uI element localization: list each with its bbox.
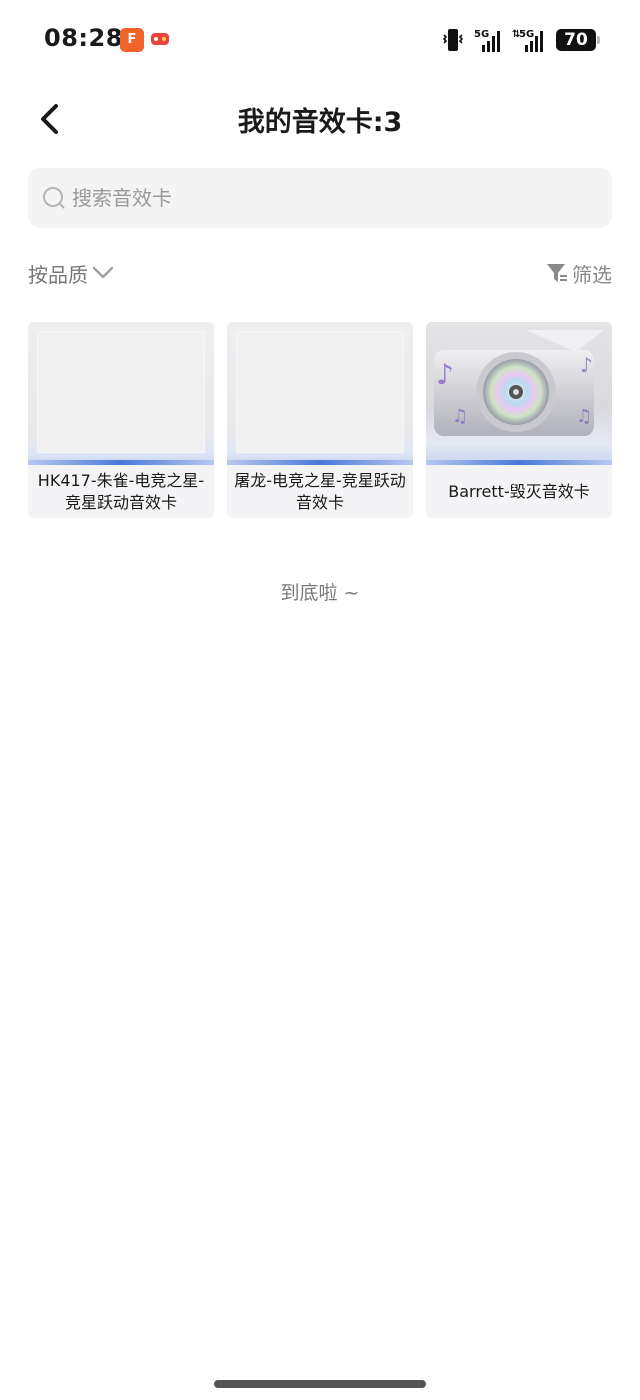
search-box[interactable] bbox=[28, 168, 612, 228]
list-end-text: 到底啦 ~ bbox=[280, 582, 360, 604]
signal-5g-icon-2: ⇅ 5G bbox=[512, 29, 543, 52]
sort-label: 按品质 bbox=[28, 262, 88, 287]
sound-card-grid: HK417-朱雀-电竞之星-竞星跃动音效卡 屠龙-电竞之星-竞星跃动音效卡 ♪ … bbox=[28, 322, 612, 518]
status-bar: 08:28 F 5G ⇅ 5G 70 bbox=[0, 0, 640, 80]
sound-card-image: ♪ ♫ ♫ ♪ bbox=[426, 322, 612, 465]
sound-card-image bbox=[227, 322, 413, 465]
game-app-icon bbox=[151, 33, 169, 45]
battery-indicator: 70 bbox=[556, 29, 600, 51]
sound-card[interactable]: HK417-朱雀-电竞之星-竞星跃动音效卡 bbox=[28, 322, 214, 518]
filter-label: 筛选 bbox=[572, 262, 612, 287]
svg-text:♫: ♫ bbox=[452, 406, 468, 427]
vibrate-icon bbox=[442, 29, 464, 51]
search-input[interactable] bbox=[72, 182, 592, 214]
sound-card-label: HK417-朱雀-电竞之星-竞星跃动音效卡 bbox=[37, 470, 205, 512]
svg-text:♪: ♪ bbox=[580, 353, 593, 377]
sound-card[interactable]: 屠龙-电竞之星-竞星跃动音效卡 bbox=[227, 322, 413, 518]
status-icons: 5G ⇅ 5G 70 bbox=[442, 26, 600, 54]
svg-text:♫: ♫ bbox=[576, 406, 592, 427]
filter-funnel-icon bbox=[547, 264, 567, 282]
page-title: 我的音效卡:3 bbox=[237, 107, 403, 138]
music-disc-icon: ♪ ♫ ♫ ♪ bbox=[434, 330, 604, 436]
chevron-down-icon bbox=[92, 266, 114, 279]
status-time: 08:28 bbox=[44, 24, 123, 52]
sort-by-quality-button[interactable]: 按品质 bbox=[28, 258, 114, 288]
sound-card[interactable]: ♪ ♫ ♫ ♪ Barrett-毁灭音效卡 bbox=[426, 322, 612, 518]
svg-text:5G: 5G bbox=[474, 29, 489, 40]
signal-5g-icon: 5G bbox=[474, 29, 500, 52]
cf-app-icon: F bbox=[120, 28, 144, 52]
search-icon bbox=[43, 187, 65, 209]
home-indicator[interactable] bbox=[214, 1380, 426, 1388]
svg-text:5G: 5G bbox=[519, 29, 534, 40]
sound-card-label: Barrett-毁灭音效卡 bbox=[448, 481, 590, 501]
filter-button[interactable]: 筛选 bbox=[546, 258, 612, 288]
svg-text:♪: ♪ bbox=[436, 358, 454, 391]
sound-card-image bbox=[28, 322, 214, 465]
sound-card-label: 屠龙-电竞之星-竞星跃动音效卡 bbox=[234, 470, 406, 512]
